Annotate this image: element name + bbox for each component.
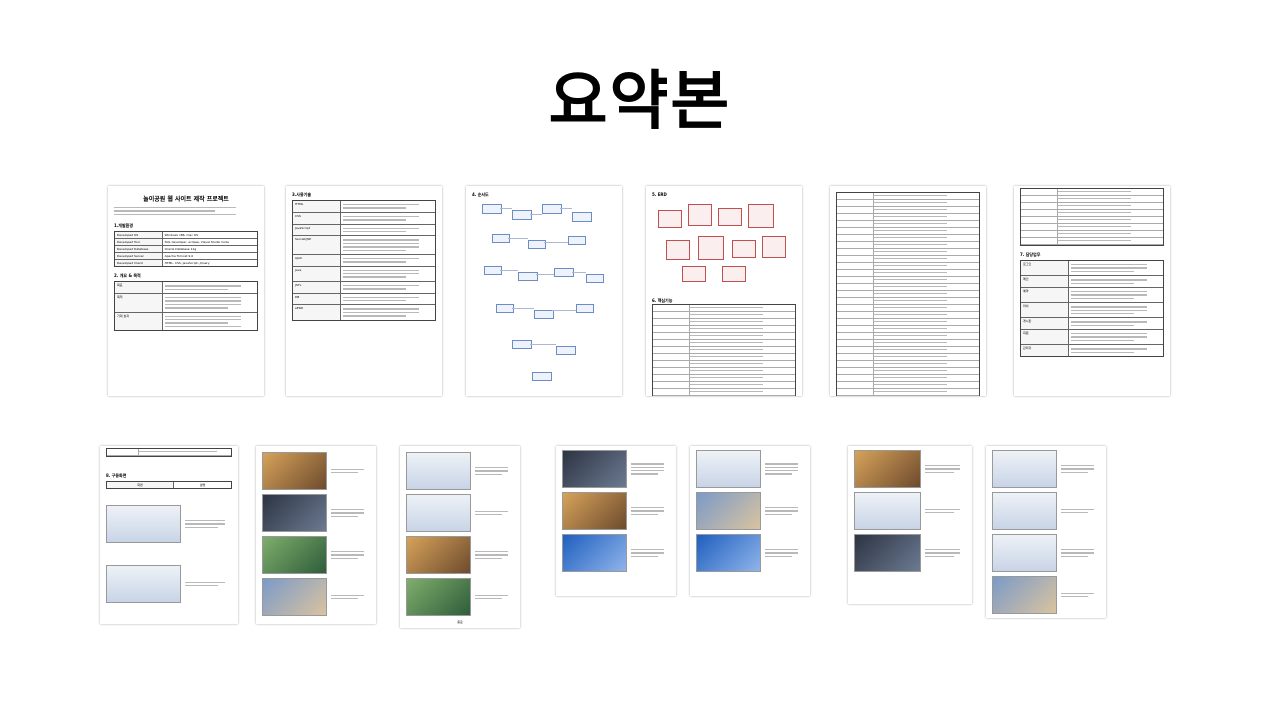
page-title: 요약본 [548, 65, 732, 139]
dev-env-heading: 1.개발환경 [114, 223, 134, 229]
screen-row [562, 450, 670, 488]
screen-row [262, 578, 370, 616]
doc-page-2: 3.사용기술 HTML CSS JavaScript Servlet/JSP A… [286, 186, 442, 396]
screenshot [406, 452, 471, 490]
erd-heading: 5. ERD [652, 192, 667, 197]
screen-row [406, 536, 514, 574]
screen-row [406, 494, 514, 532]
project-title: 놀이공원 웹 사이트 제작 프로젝트 [143, 196, 229, 203]
screen-row [562, 534, 670, 572]
screenshot [992, 534, 1057, 572]
doc-page-9: 종료 [400, 446, 520, 628]
screenshot [992, 576, 1057, 614]
screenshot [854, 534, 921, 572]
doc-page-13 [986, 446, 1106, 618]
final-label: 종료 [457, 620, 463, 624]
screen-row [406, 452, 514, 490]
features-table [652, 304, 796, 396]
screenshot [406, 494, 471, 532]
doc-page-4: 5. ERD 6. 핵심기능 [646, 186, 802, 396]
screen-row [992, 576, 1100, 614]
roles-table-end [106, 448, 232, 457]
screenshot [262, 452, 327, 490]
screen-row [854, 534, 966, 572]
screenshot [854, 450, 921, 488]
screenshot [262, 578, 327, 616]
screen-row [262, 494, 370, 532]
screens-heading: 8. 구동화면 [106, 473, 127, 478]
screenshot [854, 492, 921, 530]
screen-row [406, 578, 514, 616]
screen-row [992, 450, 1100, 488]
role-list-top [1020, 188, 1164, 246]
doc-page-1: 놀이공원 웹 사이트 제작 프로젝트 1.개발환경 Developed OS Wi… [108, 186, 264, 396]
flowchart-diagram [472, 200, 616, 390]
overview-table: 목표 목적 기대 효과 [114, 281, 258, 332]
screen-row [854, 450, 966, 488]
doc-page-5 [830, 186, 986, 396]
dev-env-table: Developed OS Windows x86, mac OS Develope… [114, 231, 258, 268]
screen-row [562, 492, 670, 530]
doc-page-11 [690, 446, 810, 596]
doc-page-10 [556, 446, 676, 596]
screenshot [696, 534, 761, 572]
doc-page-12 [848, 446, 972, 604]
screen-row [696, 450, 804, 488]
roles-heading: 7. 담당업무 [1020, 252, 1041, 257]
screen-row [106, 565, 232, 603]
doc-page-8 [256, 446, 376, 624]
roles-table: 로그인 메인 예약 마이 게시판 회원 관리자 [1020, 260, 1164, 358]
screens-table: 화면 설명 [106, 481, 232, 489]
screenshot [406, 578, 471, 616]
screenshot [992, 450, 1057, 488]
screenshot [106, 565, 182, 603]
screen-row [992, 534, 1100, 572]
screen-row [696, 492, 804, 530]
screenshot [406, 536, 471, 574]
screen-row [262, 536, 370, 574]
overview-heading: 2. 개요 & 목적 [114, 273, 141, 279]
screenshot [696, 450, 761, 488]
erd-diagram [652, 200, 796, 290]
screen-row [992, 492, 1100, 530]
doc-page-6: 7. 담당업무 로그인 메인 예약 마이 게시판 회원 관리자 [1014, 186, 1170, 396]
doc-page-7: 8. 구동화면 화면 설명 [100, 446, 238, 624]
screenshot [992, 492, 1057, 530]
feature-list-continued [836, 192, 980, 396]
screen-row [854, 492, 966, 530]
screenshot [562, 534, 627, 572]
screenshot [262, 536, 327, 574]
tech-heading: 3.사용기술 [292, 192, 312, 197]
screen-row [106, 505, 232, 543]
screenshot [106, 505, 182, 543]
doc-page-3: 4. 순서도 [466, 186, 622, 396]
screenshot [696, 492, 761, 530]
screenshot [562, 450, 627, 488]
tech-table: HTML CSS JavaScript Servlet/JSP AJAX Jav… [292, 200, 436, 321]
flow-heading: 4. 순서도 [472, 192, 489, 197]
screen-row [262, 452, 370, 490]
screen-row [696, 534, 804, 572]
screenshot [262, 494, 327, 532]
screenshot [562, 492, 627, 530]
